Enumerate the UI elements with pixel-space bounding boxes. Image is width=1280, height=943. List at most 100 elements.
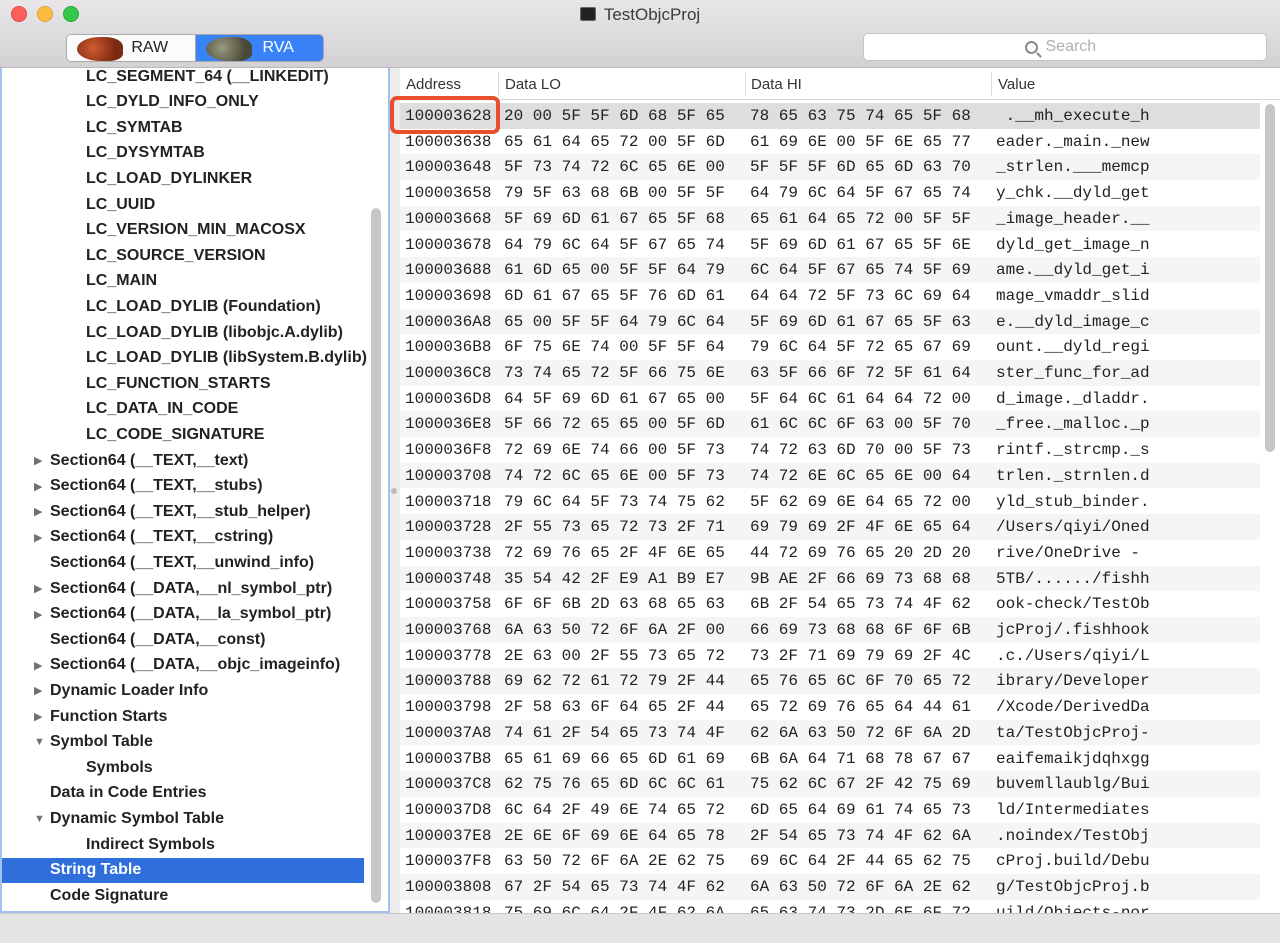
table-row[interactable]: 1000037B8 65 61 69 66 65 6D 61 69 6B 6A 64… bbox=[400, 746, 1260, 772]
tree-item[interactable]: ▶ Section64 (__TEXT,__cstring) bbox=[34, 525, 273, 550]
hex-table[interactable]: Address Data LO Data HI Value 100003628 2… bbox=[400, 68, 1280, 913]
tree-item[interactable]: Section64 (__TEXT,__unwind_info) bbox=[34, 550, 314, 575]
column-header-value[interactable]: Value bbox=[998, 76, 1035, 93]
tree-item[interactable]: LC_SOURCE_VERSION bbox=[70, 243, 266, 268]
table-row[interactable]: 100003748 35 54 42 2F E9 A1 B9 E7 9B AE 2F… bbox=[400, 565, 1260, 592]
table-row[interactable]: 1000037E8 2E 6E 6F 69 6E 64 65 78 2F 54 65… bbox=[400, 822, 1260, 849]
table-row[interactable]: 100003758 6F 6F 6B 2D 63 68 65 63 6B 2F 54… bbox=[400, 591, 1260, 617]
tree-item[interactable]: ▶ Section64 (__TEXT,__stubs) bbox=[34, 474, 263, 499]
disclosure-collapsed-icon[interactable]: ▶ bbox=[34, 684, 46, 697]
tree-item[interactable]: Section64 (__DATA,__const) bbox=[34, 627, 265, 652]
tree-item[interactable]: Indirect Symbols bbox=[70, 832, 215, 857]
disclosure-collapsed-icon[interactable]: ▶ bbox=[34, 454, 46, 467]
tree-item[interactable]: ▼ Symbol Table bbox=[34, 730, 153, 755]
cell-data-hi: 61 6C 6C 6F 63 00 5F 70 bbox=[750, 415, 971, 434]
tree-item[interactable]: LC_VERSION_MIN_MACOSX bbox=[70, 218, 306, 243]
table-row[interactable]: 100003768 6A 63 50 72 6F 6A 2F 00 66 69 73… bbox=[400, 617, 1260, 643]
tree-item[interactable]: LC_CODE_SIGNATURE bbox=[70, 422, 264, 447]
table-row[interactable]: 1000036D8 64 5F 69 6D 61 67 65 00 5F 64 6C… bbox=[400, 386, 1260, 412]
tree-item[interactable]: ▼ Dynamic Symbol Table bbox=[34, 806, 224, 831]
tree-item[interactable]: LC_UUID bbox=[70, 192, 155, 217]
table-row[interactable]: 100003638 65 61 64 65 72 00 5F 6D 61 69 6E… bbox=[400, 129, 1260, 155]
column-header-data-lo[interactable]: Data LO bbox=[505, 76, 561, 93]
table-row[interactable]: 100003678 64 79 6C 64 5F 67 65 74 5F 69 6D… bbox=[400, 232, 1260, 258]
table-scrollbar-thumb[interactable] bbox=[1265, 104, 1275, 452]
table-row[interactable]: 100003818 75 69 6C 64 2F 4F 62 6A 65 63 74… bbox=[400, 900, 1260, 913]
divider-handle-icon[interactable] bbox=[391, 488, 397, 494]
search-field[interactable] bbox=[863, 33, 1267, 61]
tree-item[interactable]: LC_MAIN bbox=[70, 269, 157, 294]
disclosure-collapsed-icon[interactable]: ▶ bbox=[34, 582, 46, 595]
table-row[interactable]: 1000036E8 5F 66 72 65 65 00 5F 6D 61 6C 6C… bbox=[400, 411, 1260, 438]
tree-item[interactable]: LC_LOAD_DYLIB (Foundation) bbox=[70, 294, 321, 319]
disclosure-collapsed-icon[interactable]: ▶ bbox=[34, 608, 46, 621]
cell-address: 100003818 bbox=[405, 903, 492, 913]
table-row[interactable]: 100003688 61 6D 65 00 5F 5F 64 79 6C 64 5F… bbox=[400, 257, 1260, 283]
tree-item-label: LC_VERSION_MIN_MACOSX bbox=[86, 221, 306, 239]
table-row[interactable]: 1000037F8 63 50 72 6F 6A 2E 62 75 69 6C 64… bbox=[400, 848, 1260, 874]
table-row[interactable]: 100003808 67 2F 54 65 73 74 4F 62 6A 63 50… bbox=[400, 874, 1260, 900]
tree-item[interactable]: Code Signature bbox=[34, 883, 168, 908]
table-row[interactable]: 100003708 74 72 6C 65 6E 00 5F 73 74 72 6E… bbox=[400, 462, 1260, 489]
tree-item[interactable]: ▶ Section64 (__DATA,__objc_imageinfo) bbox=[34, 653, 340, 678]
disclosure-expanded-icon[interactable]: ▼ bbox=[34, 813, 46, 825]
disclosure-collapsed-icon[interactable]: ▶ bbox=[34, 710, 46, 723]
tree-item[interactable]: LC_SEGMENT_64 (__LINKEDIT) bbox=[70, 68, 329, 89]
table-row[interactable]: 1000036B8 6F 75 6E 74 00 5F 5F 64 79 6C 64… bbox=[400, 334, 1260, 360]
tree-item[interactable]: ▶ Section64 (__DATA,__nl_symbol_ptr) bbox=[34, 576, 332, 601]
table-row[interactable]: 1000037D8 6C 64 2F 49 6E 74 65 72 6D 65 64… bbox=[400, 797, 1260, 823]
table-row[interactable]: 1000036F8 72 69 6E 74 66 00 5F 73 74 72 63… bbox=[400, 437, 1260, 463]
disclosure-collapsed-icon[interactable]: ▶ bbox=[34, 531, 46, 544]
column-header-data-hi[interactable]: Data HI bbox=[751, 76, 802, 93]
cell-value: rintf._strcmp._s bbox=[996, 441, 1150, 460]
rva-mode-button[interactable]: RVA bbox=[195, 35, 323, 61]
tree-item[interactable]: LC_FUNCTION_STARTS bbox=[70, 371, 271, 396]
table-row[interactable]: 100003788 69 62 72 61 72 79 2F 44 65 76 65… bbox=[400, 668, 1260, 695]
table-row[interactable]: 100003718 79 6C 64 5F 73 74 75 62 5F 62 69… bbox=[400, 489, 1260, 515]
tree-item[interactable]: LC_LOAD_DYLINKER bbox=[70, 166, 252, 191]
disclosure-collapsed-icon[interactable]: ▶ bbox=[34, 505, 46, 518]
tree-item[interactable]: LC_DATA_IN_CODE bbox=[70, 397, 238, 422]
tree-item[interactable]: String Table bbox=[2, 857, 364, 883]
table-row[interactable]: 1000037C8 62 75 76 65 6D 6C 6C 61 75 62 6C… bbox=[400, 771, 1260, 797]
table-row[interactable]: 100003648 5F 73 74 72 6C 65 6E 00 5F 5F 5F… bbox=[400, 154, 1260, 181]
cell-address: 100003678 bbox=[405, 235, 492, 254]
column-divider[interactable] bbox=[498, 72, 499, 96]
tree-item[interactable]: Symbols bbox=[70, 755, 153, 780]
tree-item[interactable]: LC_DYLD_INFO_ONLY bbox=[70, 90, 259, 115]
table-row[interactable]: 100003778 2E 63 00 2F 55 73 65 72 73 2F 71… bbox=[400, 643, 1260, 669]
cell-data-lo: 72 69 6E 74 66 00 5F 73 bbox=[504, 441, 725, 460]
tree-item[interactable]: LC_SYMTAB bbox=[70, 115, 183, 140]
table-row[interactable]: 100003738 72 69 76 65 2F 4F 6E 65 44 72 69… bbox=[400, 540, 1260, 566]
tree-item[interactable]: LC_DYSYMTAB bbox=[70, 141, 205, 166]
table-row[interactable]: 100003798 2F 58 63 6F 64 65 2F 44 65 72 69… bbox=[400, 694, 1260, 720]
column-divider[interactable] bbox=[745, 72, 746, 96]
table-row[interactable]: 100003698 6D 61 67 65 5F 76 6D 61 64 64 72… bbox=[400, 283, 1260, 309]
column-divider[interactable] bbox=[991, 72, 992, 96]
tree-item[interactable]: ▶ Section64 (__TEXT,__stub_helper) bbox=[34, 499, 311, 524]
column-header-address[interactable]: Address bbox=[406, 76, 461, 93]
raw-mode-button[interactable]: RAW bbox=[67, 35, 196, 61]
disclosure-collapsed-icon[interactable]: ▶ bbox=[34, 480, 46, 493]
tree-item[interactable]: ▶ Function Starts bbox=[34, 704, 167, 729]
tree-item[interactable]: LC_LOAD_DYLIB (libSystem.B.dylib) bbox=[70, 346, 367, 371]
disclosure-expanded-icon[interactable]: ▼ bbox=[34, 736, 46, 748]
table-row[interactable]: 100003668 5F 69 6D 61 67 65 5F 68 65 61 64… bbox=[400, 205, 1260, 232]
table-row[interactable]: 1000037A8 74 61 2F 54 65 73 74 4F 62 6A 63… bbox=[400, 719, 1260, 746]
document-icon bbox=[579, 7, 596, 21]
table-row[interactable]: 100003728 2F 55 73 65 72 73 2F 71 69 79 69… bbox=[400, 514, 1260, 540]
structure-tree[interactable]: LC_SEGMENT_64 (__LINKEDIT) LC_DYLD_INFO_O… bbox=[0, 68, 390, 913]
table-row[interactable]: 100003658 79 5F 63 68 6B 00 5F 5F 64 79 6C… bbox=[400, 180, 1260, 206]
table-row[interactable]: 1000036C8 73 74 65 72 5F 66 75 6E 63 5F 66… bbox=[400, 360, 1260, 386]
cell-data-lo: 62 75 76 65 6D 6C 6C 61 bbox=[504, 775, 725, 794]
disclosure-collapsed-icon[interactable]: ▶ bbox=[34, 659, 46, 672]
tree-item[interactable]: ▶ Section64 (__TEXT,__text) bbox=[34, 448, 248, 473]
sidebar-scrollbar-thumb[interactable] bbox=[371, 208, 381, 903]
search-input[interactable] bbox=[1045, 38, 1106, 56]
tree-item[interactable]: ▶ Dynamic Loader Info bbox=[34, 678, 208, 703]
tree-item[interactable]: Data in Code Entries bbox=[34, 781, 206, 806]
table-row[interactable]: 100003628 20 00 5F 5F 6D 68 5F 65 78 65 63… bbox=[400, 103, 1260, 129]
tree-item[interactable]: ▶ Section64 (__DATA,__la_symbol_ptr) bbox=[34, 602, 331, 627]
tree-item[interactable]: LC_LOAD_DYLIB (libobjc.A.dylib) bbox=[70, 320, 343, 345]
table-row[interactable]: 1000036A8 65 00 5F 5F 64 79 6C 64 5F 69 6D… bbox=[400, 308, 1260, 335]
